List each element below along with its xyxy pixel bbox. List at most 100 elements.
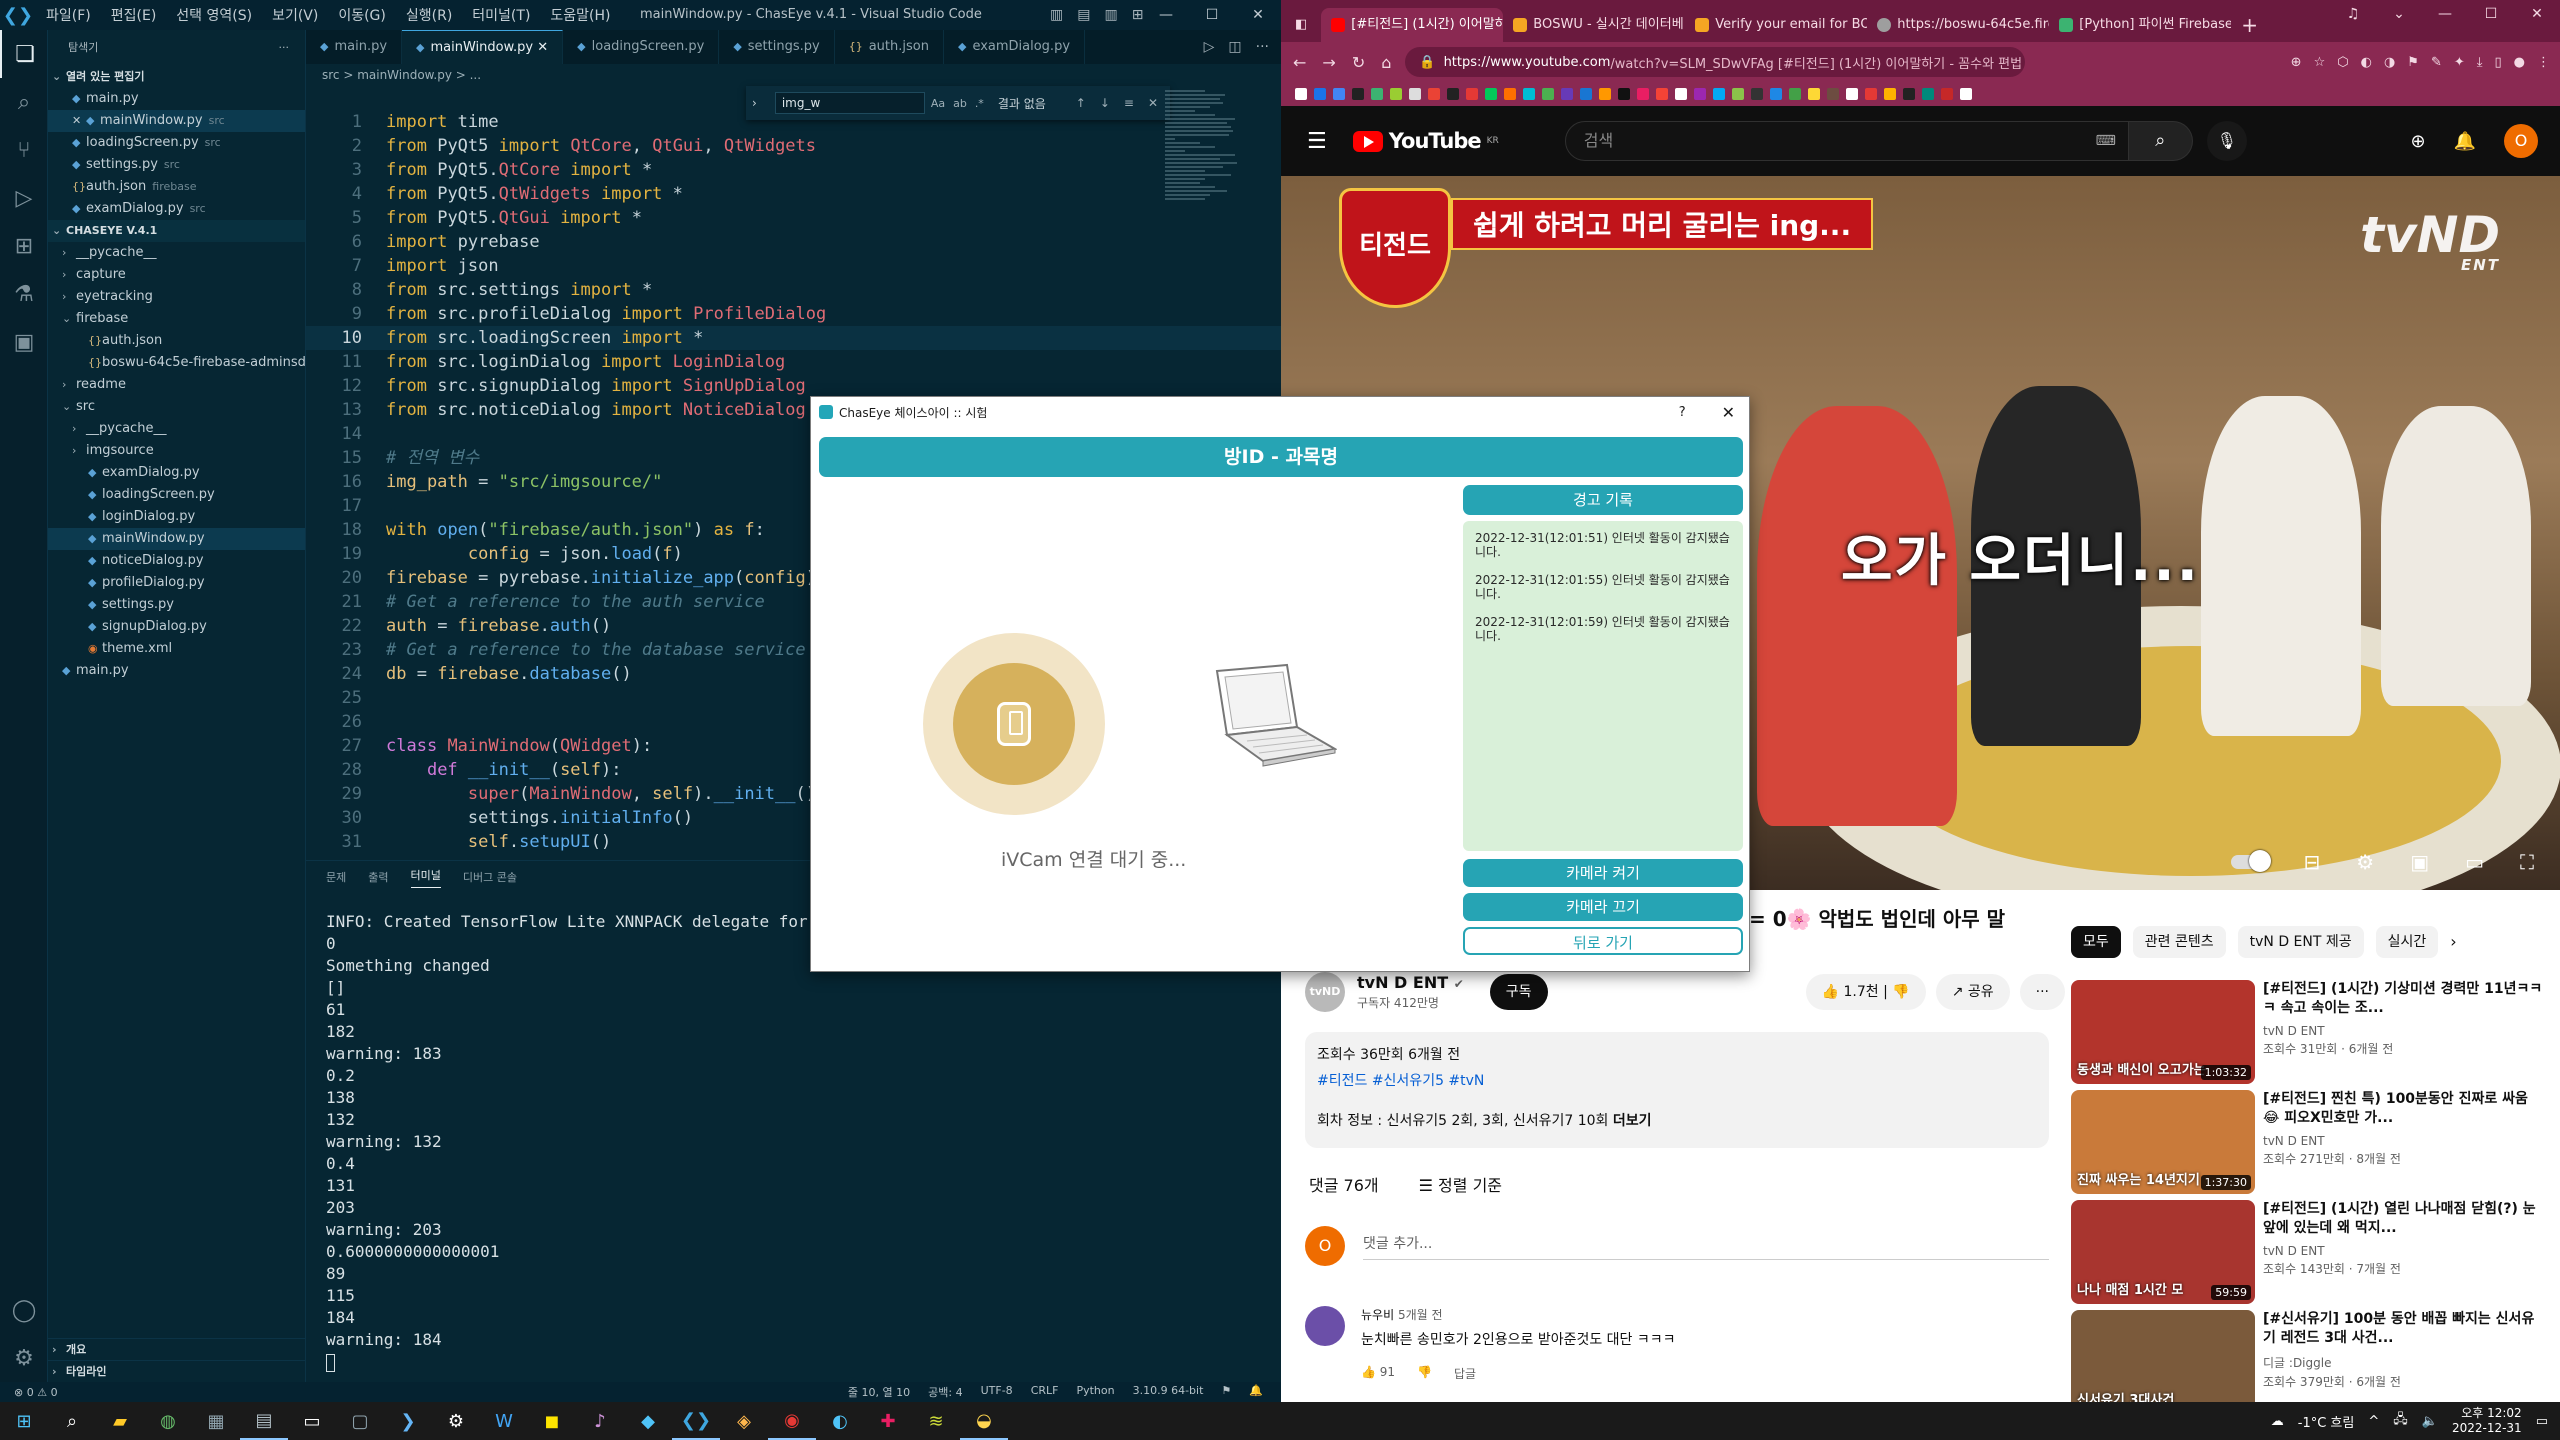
- status-indent[interactable]: 공백: 4: [928, 1384, 962, 1400]
- notification-center-icon[interactable]: ▭: [2536, 1414, 2548, 1429]
- video-thumbnail[interactable]: 동생과 배신이 오고가는 1:03:32: [2071, 980, 2255, 1084]
- help-icon[interactable]: ?: [1679, 405, 1686, 420]
- bookmark-icon[interactable]: [1694, 88, 1706, 100]
- account-avatar[interactable]: O: [2504, 124, 2538, 158]
- toggle-secondary-sidebar-icon[interactable]: ▥: [1104, 7, 1117, 23]
- open-editor-item[interactable]: ◆ main.py: [48, 88, 305, 110]
- bookmark-icon[interactable]: [1618, 88, 1630, 100]
- extension-icon[interactable]: ⚑: [2407, 55, 2419, 70]
- youtube-search-input[interactable]: 검색 ⌨: [1564, 121, 2129, 161]
- tree-folder[interactable]: › readme: [48, 374, 305, 396]
- extension-icon[interactable]: ⬡: [2337, 55, 2348, 70]
- volume-icon[interactable]: 🔈: [2422, 1414, 2438, 1429]
- channel-name[interactable]: tvN D ENT ✔: [1357, 973, 1464, 992]
- downloads-icon[interactable]: ⤓: [2477, 55, 2483, 70]
- show-more-link[interactable]: 더보기: [1613, 1113, 1652, 1129]
- youtube-logo[interactable]: YouTube KR: [1352, 129, 1499, 153]
- chip-live[interactable]: 실시간: [2375, 926, 2439, 958]
- camera-off-button[interactable]: 카메라 끄기: [1463, 893, 1743, 921]
- maximize-button[interactable]: ☐: [1189, 0, 1235, 30]
- account-icon[interactable]: ◯: [0, 1286, 48, 1334]
- testing-icon[interactable]: ⚗: [0, 270, 48, 318]
- status-interpreter[interactable]: 3.10.9 64-bit: [1133, 1384, 1204, 1400]
- recommended-channel[interactable]: tvN D ENT: [2263, 1244, 2543, 1258]
- regex-icon[interactable]: .*: [975, 97, 984, 110]
- explorer-icon[interactable]: ❏: [0, 30, 48, 78]
- comment-reply-button[interactable]: 답글: [1454, 1365, 1476, 1382]
- bookmark-icon[interactable]: [1922, 88, 1934, 100]
- camera-on-button[interactable]: 카메라 켜기: [1463, 859, 1743, 887]
- autoplay-toggle[interactable]: [2231, 850, 2272, 872]
- bookmark-icon[interactable]: [1846, 88, 1858, 100]
- tree-file[interactable]: ◆ loginDialog.py: [48, 506, 305, 528]
- bookmark-icon[interactable]: [1333, 88, 1345, 100]
- tray-overflow-icon[interactable]: ^: [2368, 1414, 2379, 1429]
- previous-match-icon[interactable]: ↑: [1076, 96, 1086, 110]
- recommended-title[interactable]: [#티전드] (1시간) 기상미션 경력만 11년ㅋㅋㅋ 속고 속이는 조...: [2263, 980, 2543, 1018]
- vscode-taskbar-icon[interactable]: ❮❯: [672, 1402, 720, 1440]
- close-button[interactable]: ✕: [1235, 0, 1281, 30]
- address-bar[interactable]: 🔒 https://www.youtube.com/watch?v=SLM_SD…: [1405, 47, 2026, 77]
- tree-folder[interactable]: › imgsource: [48, 440, 305, 462]
- extensions-icon[interactable]: ⊞: [0, 222, 48, 270]
- video-description[interactable]: 조회수 36만회 6개월 전 #티전드 #신서유기5 #tvN 회차 정보 : …: [1305, 1032, 2049, 1148]
- bookmark-icon[interactable]: [1789, 88, 1801, 100]
- profile-icon[interactable]: ●: [2514, 55, 2525, 70]
- tree-folder[interactable]: › __pycache__: [48, 242, 305, 264]
- tree-file[interactable]: ◉ theme.xml: [48, 638, 305, 660]
- outline-section[interactable]: › 개요: [48, 1338, 306, 1360]
- open-editor-item-active[interactable]: ✕ ◆ mainWindow.py src: [48, 110, 305, 132]
- menu-terminal[interactable]: 터미널(T): [462, 5, 540, 25]
- recommended-channel[interactable]: tvN D ENT: [2263, 1024, 2543, 1038]
- menu-hamburger-icon[interactable]: ☰: [1307, 129, 1327, 154]
- tree-file[interactable]: ◆ profileDialog.py: [48, 572, 305, 594]
- extension-icon[interactable]: ✎: [2431, 55, 2442, 70]
- close-find-icon[interactable]: ✕: [1148, 96, 1158, 110]
- tree-file[interactable]: ◆ settings.py: [48, 594, 305, 616]
- bookmark-icon[interactable]: [1447, 88, 1459, 100]
- lock-icon[interactable]: 🔒: [1419, 55, 1435, 70]
- video-thumbnail[interactable]: 신서유기 3대사건: [2071, 1310, 2255, 1414]
- tree-file-active[interactable]: ◆ mainWindow.py: [48, 528, 305, 550]
- open-editor-item[interactable]: ◆ examDialog.py src: [48, 198, 305, 220]
- bookmark-icon[interactable]: [1542, 88, 1554, 100]
- tree-folder[interactable]: › eyetracking: [48, 286, 305, 308]
- recommended-title[interactable]: [#티전드] (1시간) 열린 나나매점 닫힘(?) 눈앞에 있는데 왜 먹지.…: [2263, 1200, 2543, 1238]
- window-icon[interactable]: ▢: [336, 1402, 384, 1440]
- tab-auth-json[interactable]: {} auth.json: [835, 30, 944, 64]
- hashtags[interactable]: #티전드 #신서유기5 #tvN: [1317, 1070, 2037, 1090]
- chrome-media-icon[interactable]: ♫: [2330, 0, 2376, 28]
- forward-icon[interactable]: →: [1322, 53, 1335, 72]
- notifications-icon[interactable]: 🔔: [1249, 1384, 1263, 1400]
- subtitles-icon[interactable]: ⊟: [2303, 850, 2320, 874]
- run-python-icon[interactable]: ▷: [1204, 39, 1215, 55]
- browser-tab-firebase-url[interactable]: https://boswu-64c5e.fireba✕: [1867, 8, 2049, 42]
- menu-selection[interactable]: 선택 영역(S): [166, 5, 262, 25]
- customize-layout-icon[interactable]: ⊞: [1132, 7, 1144, 23]
- chip-all[interactable]: 모두: [2071, 926, 2121, 958]
- browser-tab-firebase-db[interactable]: BOSWU - 실시간 데이터베✕: [1503, 8, 1685, 42]
- bookmark-icon[interactable]: [1941, 88, 1953, 100]
- menu-run[interactable]: 실행(R): [396, 5, 462, 25]
- close-editor-icon[interactable]: ✕: [72, 110, 86, 132]
- find-in-selection-icon[interactable]: ≡: [1124, 96, 1134, 110]
- minimize-button[interactable]: —: [1143, 0, 1189, 30]
- chrome-maximize-button[interactable]: ☐: [2468, 0, 2514, 28]
- python-taskbar-icon[interactable]: ◒: [960, 1402, 1008, 1440]
- bookmark-icon[interactable]: [1561, 88, 1573, 100]
- video-thumbnail[interactable]: 나나 매점 1시간 모 59:59: [2071, 1200, 2255, 1304]
- next-match-icon[interactable]: ↓: [1100, 96, 1110, 110]
- app-icon[interactable]: ◆: [624, 1402, 672, 1440]
- reload-icon[interactable]: ↻: [1352, 53, 1365, 72]
- remote-explorer-icon[interactable]: ▣: [0, 318, 48, 366]
- bookmark-icon[interactable]: [1656, 88, 1668, 100]
- back-icon[interactable]: ←: [1293, 53, 1306, 72]
- bookmark-icon[interactable]: [1314, 88, 1326, 100]
- bookmark-icon[interactable]: [1732, 88, 1744, 100]
- word-icon[interactable]: W: [480, 1402, 528, 1440]
- browser-tab-python-firebase[interactable]: [Python] 파이썬 Firebase✕: [2049, 8, 2231, 42]
- open-editor-item[interactable]: {}auth.json firebase: [48, 176, 305, 198]
- timeline-section[interactable]: › 타임라인: [48, 1360, 306, 1382]
- tree-file[interactable]: ◆ examDialog.py: [48, 462, 305, 484]
- toggle-replace-icon[interactable]: ›: [752, 96, 757, 110]
